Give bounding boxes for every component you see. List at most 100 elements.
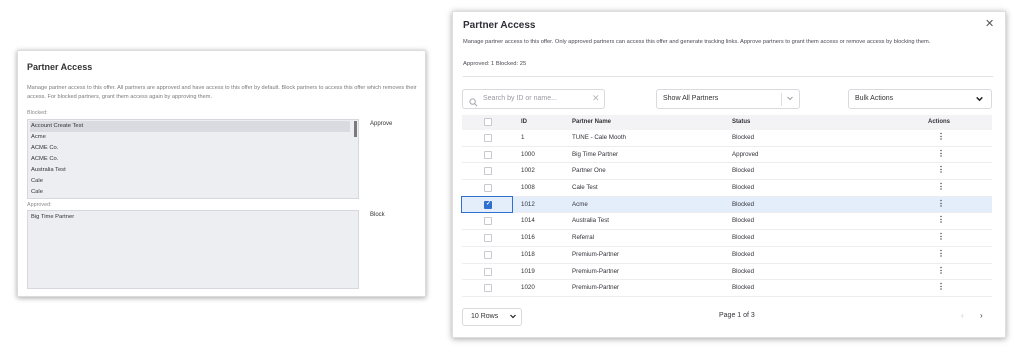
table-row[interactable]: ✓ 1002 Partner One Blocked ⋮ (462, 163, 992, 181)
close-icon[interactable]: ✕ (985, 17, 994, 30)
check-icon: ✓ (486, 200, 492, 207)
kebab-menu-icon[interactable]: ⋮ (937, 249, 945, 259)
rows-per-page-value: 10 Rows (471, 313, 499, 320)
partner-name: TUNE - Cale Mooth (572, 134, 626, 141)
table-row[interactable]: ✓ 1020 Premium-Partner Blocked ⋮ (462, 280, 992, 297)
list-item[interactable]: Acme (30, 132, 350, 143)
modal-description: Manage partner access to this offer. Onl… (463, 39, 931, 45)
partner-status: Blocked (732, 200, 755, 208)
row-checkbox[interactable]: ✓ (484, 217, 492, 226)
partner-id: 1018 (521, 250, 535, 258)
partner-status: Blocked (732, 134, 755, 141)
list-item[interactable]: Cale (30, 187, 350, 198)
partner-id: 1016 (521, 234, 535, 242)
approved-list-label: Approved: (27, 202, 52, 208)
table-header: ID Partner Name Status Actions (462, 115, 992, 130)
table-row[interactable]: ✓ 1008 Cale Test Blocked ⋮ (462, 180, 992, 197)
partner-name: Referral (572, 234, 595, 242)
chevron-down-icon (509, 312, 517, 322)
page-indicator: Page 1 of 3 (719, 312, 755, 319)
kebab-menu-icon[interactable]: ⋮ (937, 215, 945, 225)
column-header-actions: Actions (928, 119, 951, 125)
bulk-actions-value: Bulk Actions (855, 95, 894, 102)
partner-id: 1014 (521, 217, 535, 225)
select-all-checkbox[interactable] (484, 118, 492, 126)
partner-id: 1 (521, 134, 525, 141)
old-panel-title: Partner Access (27, 62, 93, 72)
row-checkbox[interactable]: ✓ (484, 150, 492, 159)
table-row[interactable]: ✓ 1 TUNE - Cale Mooth Blocked ⋮ (462, 130, 992, 147)
partner-status: Approved (732, 150, 759, 158)
old-partner-access-panel: Partner Access Manage partner access to … (17, 50, 426, 297)
table-row[interactable]: ✓ 1019 Premium-Partner Blocked ⋮ (462, 264, 992, 281)
column-header-id[interactable]: ID (521, 119, 527, 125)
partner-filter-value: Show All Partners (663, 95, 719, 102)
approved-partners-list[interactable]: Big Time Partner (27, 210, 359, 289)
partner-access-modal: Partner Access ✕ Manage partner access t… (452, 11, 1006, 338)
partner-status: Blocked (732, 250, 755, 258)
row-checkbox[interactable]: ✓ (484, 234, 492, 243)
partner-name: Australia Test (572, 217, 610, 225)
kebab-menu-icon[interactable]: ⋮ (937, 266, 945, 276)
partner-status: Blocked (732, 234, 755, 242)
bulk-actions-select[interactable]: Bulk Actions (848, 89, 992, 109)
partner-status: Blocked (732, 184, 755, 192)
partner-id: 1019 (521, 267, 535, 275)
kebab-menu-icon[interactable]: ⋮ (937, 165, 945, 175)
partner-id: 1020 (521, 284, 535, 292)
list-item[interactable]: Account Create Test (30, 121, 350, 132)
column-header-status[interactable]: Status (732, 119, 750, 125)
column-header-name[interactable]: Partner Name (572, 119, 611, 125)
approve-button[interactable]: Approve (370, 121, 392, 127)
partner-status: Blocked (732, 284, 755, 292)
list-item[interactable]: ACME Co. (30, 154, 350, 165)
partner-name: Premium-Partner (572, 284, 620, 292)
chevron-down-icon (786, 94, 794, 104)
next-page-icon[interactable]: › (980, 311, 983, 320)
search-input[interactable]: Search by ID or name... ✕ (462, 89, 605, 109)
partner-name: Partner One (572, 167, 606, 175)
old-panel-description: Manage partner access to this offer. All… (27, 85, 417, 100)
table-row[interactable]: ✓ 1014 Australia Test Blocked ⋮ (462, 213, 992, 231)
row-checkbox[interactable]: ✓ (484, 250, 492, 259)
rows-per-page-select[interactable]: 10 Rows (462, 308, 522, 326)
partner-id: 1008 (521, 184, 535, 192)
modal-title: Partner Access (463, 20, 536, 31)
partner-id: 1012 (521, 200, 535, 208)
row-checkbox[interactable]: ✓ (484, 134, 492, 142)
partner-id: 1000 (521, 150, 535, 158)
kebab-menu-icon[interactable]: ⋮ (937, 149, 945, 159)
partner-name: Big Time Partner (572, 150, 619, 158)
table-row[interactable]: ✓ 1016 Referral Blocked ⋮ (462, 230, 992, 247)
partner-name: Cale Test (572, 184, 598, 192)
blocked-list-label: Blocked: (27, 110, 48, 116)
clear-search-icon[interactable]: ✕ (592, 93, 600, 104)
row-checkbox[interactable]: ✓ (484, 284, 492, 293)
blocked-partners-list[interactable]: Account Create Test Acme ACME Co. ACME Co. A… (27, 119, 359, 199)
list-item[interactable]: Big Time Partner (30, 212, 350, 223)
previous-page-icon[interactable]: ‹ (961, 311, 964, 320)
divider (463, 76, 993, 77)
kebab-menu-icon[interactable]: ⋮ (937, 282, 945, 292)
row-checkbox[interactable]: ✓ (484, 200, 492, 209)
kebab-menu-icon[interactable]: ⋮ (937, 232, 945, 242)
table-row[interactable]: ✓ 1012 Acme Blocked ⋮ (461, 195, 992, 214)
kebab-menu-icon[interactable]: ⋮ (937, 132, 945, 142)
list-item[interactable]: Cale (30, 176, 350, 187)
partner-status: Blocked (732, 267, 755, 275)
list-item[interactable]: ACME Co. (30, 143, 350, 154)
row-checkbox[interactable]: ✓ (484, 267, 492, 276)
block-button[interactable]: Block (370, 212, 385, 218)
row-checkbox[interactable]: ✓ (484, 167, 492, 176)
blocked-list-scrollbar[interactable] (354, 121, 357, 137)
partner-id: 1002 (521, 167, 535, 175)
table-row[interactable]: ✓ 1018 Premium-Partner Blocked ⋮ (462, 247, 992, 264)
partner-name: Premium-Partner (572, 250, 620, 258)
partner-filter-select[interactable]: Show All Partners (656, 89, 800, 109)
list-item[interactable]: Australia Test (30, 165, 350, 176)
kebab-menu-icon[interactable]: ⋮ (937, 199, 945, 209)
kebab-menu-icon[interactable]: ⋮ (937, 182, 945, 192)
row-checkbox[interactable]: ✓ (484, 184, 492, 193)
table-row[interactable]: ✓ 1000 Big Time Partner Approved ⋮ (462, 147, 992, 164)
partner-name: Premium-Partner (572, 267, 620, 275)
